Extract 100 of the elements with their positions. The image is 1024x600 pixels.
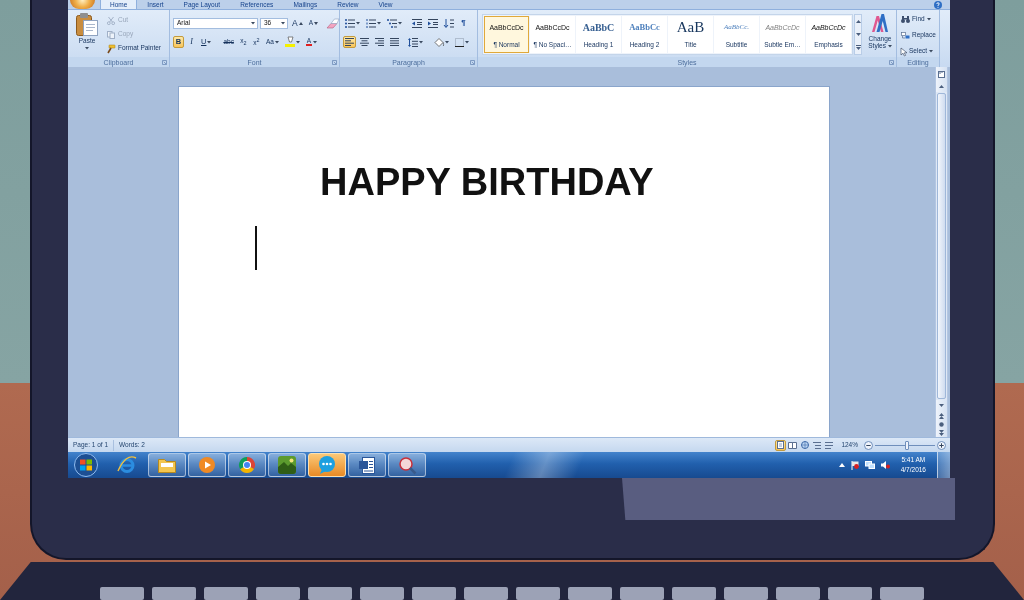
round-logo-icon <box>238 456 256 474</box>
bullet-list-icon <box>345 18 355 28</box>
view-button[interactable] <box>787 439 799 451</box>
view-button[interactable] <box>799 439 811 451</box>
scroll-up-button[interactable] <box>936 81 947 92</box>
ruler-icon <box>938 70 945 78</box>
caret-icon <box>445 40 449 44</box>
keyboard-key <box>724 587 768 600</box>
minus-icon <box>864 440 873 450</box>
caret-icon <box>377 21 381 25</box>
view-button[interactable] <box>823 439 835 451</box>
multilevel-list-icon <box>387 18 397 28</box>
caret-up-icon <box>298 21 303 25</box>
landscape-icon <box>278 456 296 474</box>
styles-icon <box>872 14 888 32</box>
bullets-button[interactable] <box>343 17 362 29</box>
scroll-down-button[interactable] <box>936 400 947 411</box>
align-left-button[interactable] <box>343 36 356 48</box>
increase-indent-button[interactable] <box>426 17 440 29</box>
help-icon[interactable] <box>934 0 942 9</box>
highlight-button[interactable] <box>282 36 302 48</box>
scroll-down-icon <box>939 404 944 407</box>
caret-icon <box>251 21 255 25</box>
keyboard-key <box>152 587 196 600</box>
keyboard-key <box>412 587 456 600</box>
shading-button[interactable] <box>432 36 451 48</box>
eraser-icon <box>327 18 339 28</box>
keyboard-key <box>828 587 872 600</box>
align-right-button[interactable] <box>373 36 386 48</box>
zoom-out-button[interactable] <box>864 440 873 450</box>
align-center-button[interactable] <box>358 36 371 48</box>
caret-icon <box>274 40 279 44</box>
double-up-icon <box>939 412 944 419</box>
keyboard-key <box>464 587 508 600</box>
document-icon <box>359 456 375 474</box>
magnifier-icon <box>398 456 416 474</box>
caret-icon <box>419 40 423 44</box>
keyboard-key <box>204 587 248 600</box>
replace-icon <box>901 32 910 39</box>
keyboard-key <box>308 587 352 600</box>
zoom-slider[interactable] <box>875 440 935 450</box>
numbered-list-icon <box>366 18 376 28</box>
clipboard-icon <box>76 13 98 36</box>
keyboard-key <box>672 587 716 600</box>
speaker-icon[interactable] <box>880 461 890 469</box>
caret-icon <box>313 40 318 44</box>
keyboard-key <box>620 587 664 600</box>
justify-icon <box>390 38 399 46</box>
show-marks-button[interactable]: ¶ <box>458 17 469 29</box>
tray-arrow-icon[interactable] <box>838 463 845 467</box>
keyboard-key <box>568 587 612 600</box>
caret-icon <box>929 50 934 53</box>
browser-icon <box>118 456 136 474</box>
open-book-icon <box>788 441 798 449</box>
line-spacing-button[interactable] <box>406 36 425 48</box>
zoom-in-button[interactable] <box>937 440 946 450</box>
keyboard-key <box>360 587 404 600</box>
multilevel-list-button[interactable] <box>385 17 404 29</box>
highlighter-icon <box>284 37 295 47</box>
keyboard-key <box>776 587 820 600</box>
paint-bucket-icon <box>434 37 444 47</box>
draft-icon <box>824 441 833 449</box>
document-heading: HAPPY BIRTHDAY <box>320 163 654 201</box>
caret-icon <box>281 21 285 25</box>
align-justify-button[interactable] <box>388 36 401 48</box>
borders-button[interactable] <box>453 36 471 48</box>
start-button[interactable] <box>72 453 100 477</box>
slider-thumb[interactable] <box>904 440 909 450</box>
caret-icon <box>85 46 89 49</box>
next-page-button[interactable] <box>936 428 947 437</box>
scroll-down-icon <box>855 33 861 36</box>
align-left-icon <box>345 38 354 46</box>
numbering-button[interactable] <box>364 17 383 29</box>
caret-icon <box>295 40 300 44</box>
plus-icon <box>937 440 946 450</box>
network-icon[interactable] <box>864 461 875 469</box>
copy-icon <box>107 30 115 39</box>
paintbrush-icon <box>107 44 115 53</box>
keyboard-key <box>100 587 144 600</box>
increase-indent-icon <box>428 18 438 28</box>
scissors-icon <box>107 16 115 25</box>
decrease-indent-icon <box>412 18 422 28</box>
grow-font-button[interactable]: A <box>290 17 305 29</box>
scroll-up-icon <box>855 20 861 23</box>
caret-icon <box>356 21 360 25</box>
flag-icon[interactable] <box>850 460 859 470</box>
folder-icon <box>158 457 176 473</box>
italic-button[interactable]: I <box>186 36 197 48</box>
sort-button[interactable] <box>442 17 456 29</box>
caret-icon <box>926 18 931 21</box>
caret-icon <box>207 40 212 44</box>
view-ruler-button[interactable] <box>936 67 947 81</box>
view-button[interactable] <box>775 439 787 451</box>
globe-icon <box>800 441 809 449</box>
double-down-icon <box>939 429 944 436</box>
sort-icon <box>444 18 454 28</box>
keyboard-key <box>880 587 924 600</box>
binoculars-icon <box>901 16 910 23</box>
decrease-indent-button[interactable] <box>410 17 424 29</box>
view-button[interactable] <box>811 439 823 451</box>
